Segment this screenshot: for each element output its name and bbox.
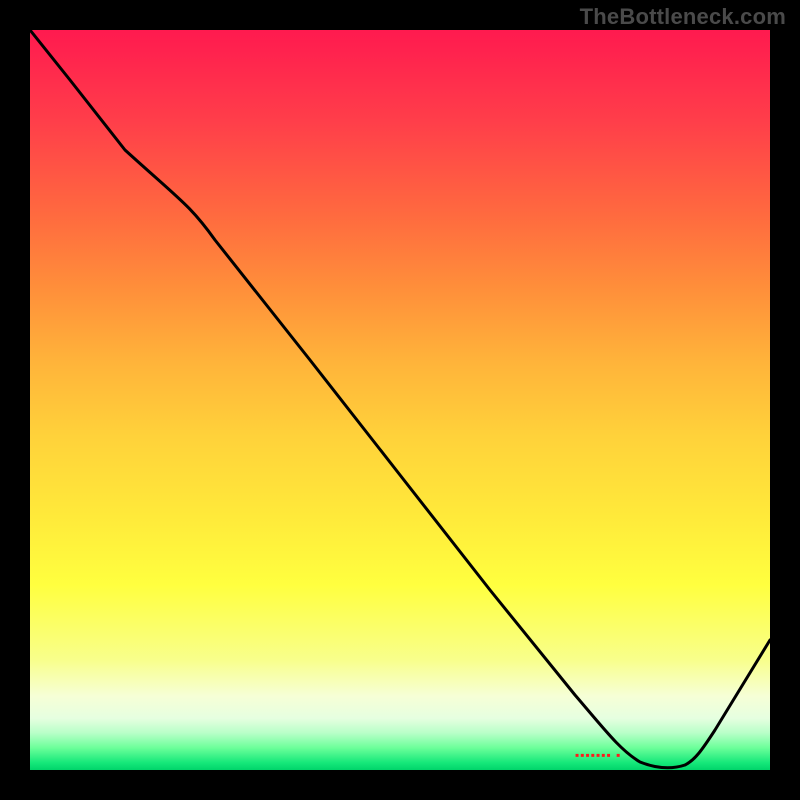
bottleneck-line-svg [30, 30, 770, 770]
sweet-spot-marker: ▪▪▪▪▪▪▪ ▪ [575, 748, 621, 762]
plot-area: ▪▪▪▪▪▪▪ ▪ [30, 30, 770, 770]
bottleneck-curve [30, 30, 770, 768]
chart-frame: TheBottleneck.com ▪▪▪▪▪▪▪ ▪ [0, 0, 800, 800]
watermark-text: TheBottleneck.com [580, 4, 786, 30]
